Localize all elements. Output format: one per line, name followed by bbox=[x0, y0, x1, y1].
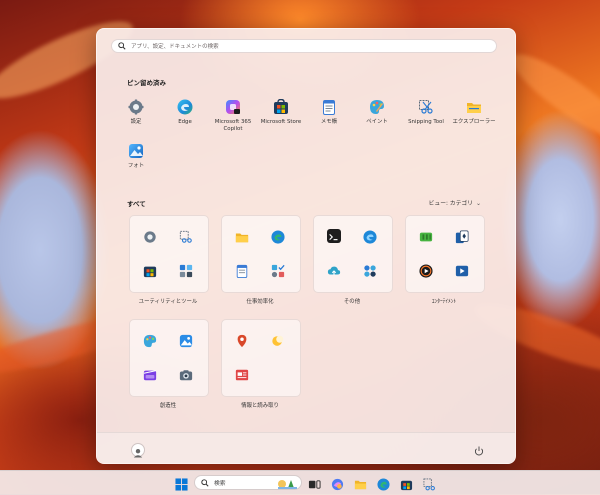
copilot-icon bbox=[225, 99, 241, 115]
user-avatar[interactable] bbox=[131, 443, 145, 458]
taskbar-snipping-tool[interactable] bbox=[423, 476, 436, 491]
chevron-down-icon: ⌄ bbox=[475, 200, 481, 207]
settings-icon bbox=[143, 229, 157, 243]
pinned-app-label: Microsoft 365 Copilot bbox=[214, 119, 252, 132]
view-selector[interactable]: ビュー: カテゴリ ⌄ bbox=[429, 198, 481, 207]
user-icon bbox=[133, 449, 143, 458]
pinned-app-label: フォト bbox=[127, 163, 145, 169]
taskbar: 検索 bbox=[0, 470, 600, 495]
solitaire-icon bbox=[455, 229, 469, 244]
taskbar-file-explorer[interactable] bbox=[354, 476, 367, 490]
productivity-apps-icon bbox=[271, 263, 285, 278]
pinned-app-paint[interactable]: ペイント bbox=[353, 99, 401, 126]
snipping-tool-icon bbox=[418, 99, 434, 115]
category-folder-utilities[interactable] bbox=[129, 215, 209, 293]
taskbar-search[interactable]: 検索 bbox=[194, 475, 302, 490]
windows-logo-icon bbox=[175, 478, 188, 491]
category-folder-label: 情報と読み取り bbox=[241, 403, 279, 409]
paint-icon bbox=[369, 99, 385, 115]
weather-icon bbox=[271, 333, 285, 347]
edge-icon bbox=[377, 478, 390, 491]
category-folder-label: ユーティリティとツール bbox=[138, 299, 198, 305]
search-icon bbox=[201, 478, 209, 487]
category-folder-label: 仕事効率化 bbox=[246, 299, 274, 305]
view-selector-label: ビュー: カテゴリ bbox=[428, 201, 473, 207]
category-folder-productivity[interactable] bbox=[221, 215, 301, 293]
pinned-app-edge[interactable]: Edge bbox=[161, 99, 209, 126]
pinned-app-notepad[interactable]: メモ帳 bbox=[305, 99, 353, 126]
store-icon bbox=[143, 263, 157, 278]
taskbar-search-label: 検索 bbox=[214, 481, 226, 487]
pinned-app-snipping-tool[interactable]: Snipping Tool bbox=[402, 99, 450, 126]
other-apps-icon bbox=[363, 263, 377, 277]
category-folder-creativity[interactable] bbox=[129, 319, 209, 397]
file-explorer-icon bbox=[466, 99, 482, 115]
maps-icon bbox=[235, 333, 249, 348]
pinned-app-label: ペイント bbox=[366, 119, 388, 125]
edge-icon bbox=[271, 229, 285, 244]
edge-beta-icon bbox=[363, 229, 377, 244]
category-folder-other[interactable] bbox=[313, 215, 393, 293]
search-placeholder: アプリ、設定、ドキュメントの検索 bbox=[131, 44, 219, 50]
copilot-icon bbox=[331, 478, 344, 491]
media-player-icon bbox=[419, 263, 433, 278]
file-explorer-icon bbox=[235, 229, 249, 243]
all-section-title: すべて bbox=[127, 200, 146, 208]
pinned-app-label: メモ帳 bbox=[320, 119, 338, 125]
power-icon bbox=[474, 446, 484, 456]
category-folder-entertainment[interactable] bbox=[405, 215, 485, 293]
pinned-section-title: ピン留め済み bbox=[127, 79, 166, 87]
file-explorer-icon bbox=[354, 480, 367, 490]
terminal-icon bbox=[327, 229, 341, 243]
snipping-tool-icon bbox=[423, 478, 435, 491]
clipchamp-icon bbox=[143, 367, 157, 381]
snipping-tool-icon bbox=[179, 229, 193, 243]
taskbar-edge[interactable] bbox=[377, 476, 390, 491]
start-footer bbox=[97, 432, 515, 463]
news-icon bbox=[235, 367, 249, 381]
pinned-app-label: Edge bbox=[178, 119, 192, 125]
paint-icon bbox=[143, 333, 157, 348]
store-icon bbox=[273, 98, 289, 115]
settings-icon bbox=[128, 99, 144, 115]
category-folder-information[interactable] bbox=[221, 319, 301, 397]
photos-icon bbox=[128, 143, 144, 159]
game-icon bbox=[419, 229, 433, 243]
pinned-app-settings[interactable]: 設定 bbox=[112, 99, 160, 126]
category-folder-label: 創造性 bbox=[159, 403, 177, 409]
start-button[interactable] bbox=[175, 476, 188, 491]
pinned-app-label: エクスプローラー bbox=[452, 119, 496, 125]
store-icon bbox=[400, 480, 413, 491]
taskbar-copilot[interactable] bbox=[331, 476, 344, 491]
start-menu: アプリ、設定、ドキュメントの検索 ピン留め済み 設定 Edge Microsof… bbox=[96, 28, 516, 464]
pinned-app-label: Snipping Tool bbox=[408, 119, 444, 125]
start-search-box[interactable]: アプリ、設定、ドキュメントの検索 bbox=[111, 39, 497, 53]
photos-icon bbox=[179, 333, 193, 348]
movies-tv-icon bbox=[455, 263, 469, 277]
utility-apps-icon bbox=[179, 263, 193, 278]
pinned-app-photos[interactable]: フォト bbox=[112, 143, 160, 170]
cloud-sync-icon bbox=[327, 263, 341, 277]
edge-icon bbox=[177, 99, 193, 115]
notepad-icon bbox=[321, 99, 337, 115]
task-view-icon bbox=[308, 480, 321, 489]
camera-icon bbox=[179, 367, 193, 381]
notepad-icon bbox=[235, 263, 249, 278]
search-highlight-icon bbox=[278, 479, 297, 489]
power-button[interactable] bbox=[473, 442, 485, 456]
category-folder-label: ｴﾝﾀｰﾃｲﾒﾝﾄ bbox=[431, 299, 457, 305]
taskbar-store[interactable] bbox=[400, 476, 413, 491]
pinned-app-label: Microsoft Store bbox=[260, 119, 302, 125]
category-folder-label: その他 bbox=[343, 299, 361, 305]
task-view-button[interactable] bbox=[308, 476, 321, 489]
pinned-app-store[interactable]: Microsoft Store bbox=[257, 98, 305, 126]
pinned-app-copilot[interactable]: Microsoft 365 Copilot bbox=[209, 99, 257, 133]
pinned-app-label: 設定 bbox=[130, 119, 142, 125]
wallpaper-streak bbox=[502, 42, 600, 152]
pinned-app-file-explorer[interactable]: エクスプローラー bbox=[450, 99, 498, 126]
search-icon bbox=[118, 42, 126, 50]
